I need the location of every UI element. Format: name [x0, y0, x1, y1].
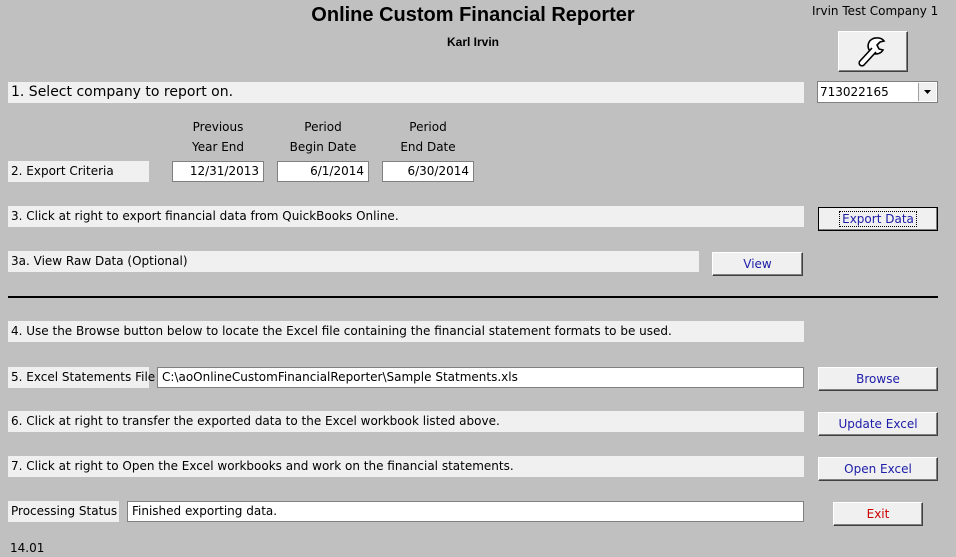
browse-button[interactable]: Browse [818, 367, 938, 391]
exit-button[interactable]: Exit [833, 502, 923, 526]
period-begin-field[interactable]: 6/1/2014 [277, 161, 369, 182]
step6-label: 6. Click at right to transfer the export… [8, 411, 804, 432]
section-divider [8, 296, 938, 298]
version-label: 14.01 [10, 541, 45, 555]
processing-status-label: Processing Status [8, 501, 119, 522]
export-data-button-label: Export Data [839, 211, 917, 227]
period-end-field[interactable]: 6/30/2014 [382, 161, 474, 182]
chevron-down-icon[interactable] [918, 83, 936, 101]
view-button-label: View [743, 257, 772, 271]
prev-year-end-field[interactable]: 12/31/2013 [172, 161, 264, 182]
step2-label: 2. Export Criteria [8, 161, 149, 182]
step5-label: 5. Excel Statements File [8, 367, 155, 388]
step7-label: 7. Click at right to Open the Excel work… [8, 456, 804, 477]
period-end-header: Period End Date [400, 120, 456, 154]
export-data-button[interactable]: Export Data [818, 207, 938, 231]
user-name: Karl Irvin [446, 35, 500, 49]
browse-button-label: Browse [856, 372, 900, 386]
period-begin-header: Period Begin Date [289, 120, 357, 154]
step3-label: 3. Click at right to export financial da… [8, 206, 804, 227]
step1-label: 1. Select company to report on. [8, 82, 804, 103]
tools-button[interactable] [838, 31, 908, 72]
update-excel-button-label: Update Excel [838, 417, 918, 431]
exit-button-label: Exit [866, 507, 890, 521]
step3a-label: 3a. View Raw Data (Optional) [8, 251, 699, 272]
open-excel-button-label: Open Excel [844, 462, 912, 476]
company-select-value: 713022165 [820, 85, 889, 99]
company-select[interactable]: 713022165 [817, 81, 938, 103]
prev-year-end-header: Previous Year End [191, 120, 245, 154]
step4-label: 4. Use the Browse button below to locate… [8, 321, 804, 342]
update-excel-button[interactable]: Update Excel [818, 412, 938, 436]
processing-status-field: Finished exporting data. [127, 501, 804, 522]
view-button[interactable]: View [712, 252, 803, 276]
wrench-icon [858, 37, 886, 67]
app-title: Online Custom Financial Reporter [311, 4, 635, 26]
excel-file-field[interactable]: C:\aoOnlineCustomFinancialReporter\Sampl… [157, 367, 804, 388]
company-name: Irvin Test Company 1 [812, 4, 939, 18]
open-excel-button[interactable]: Open Excel [818, 457, 938, 481]
